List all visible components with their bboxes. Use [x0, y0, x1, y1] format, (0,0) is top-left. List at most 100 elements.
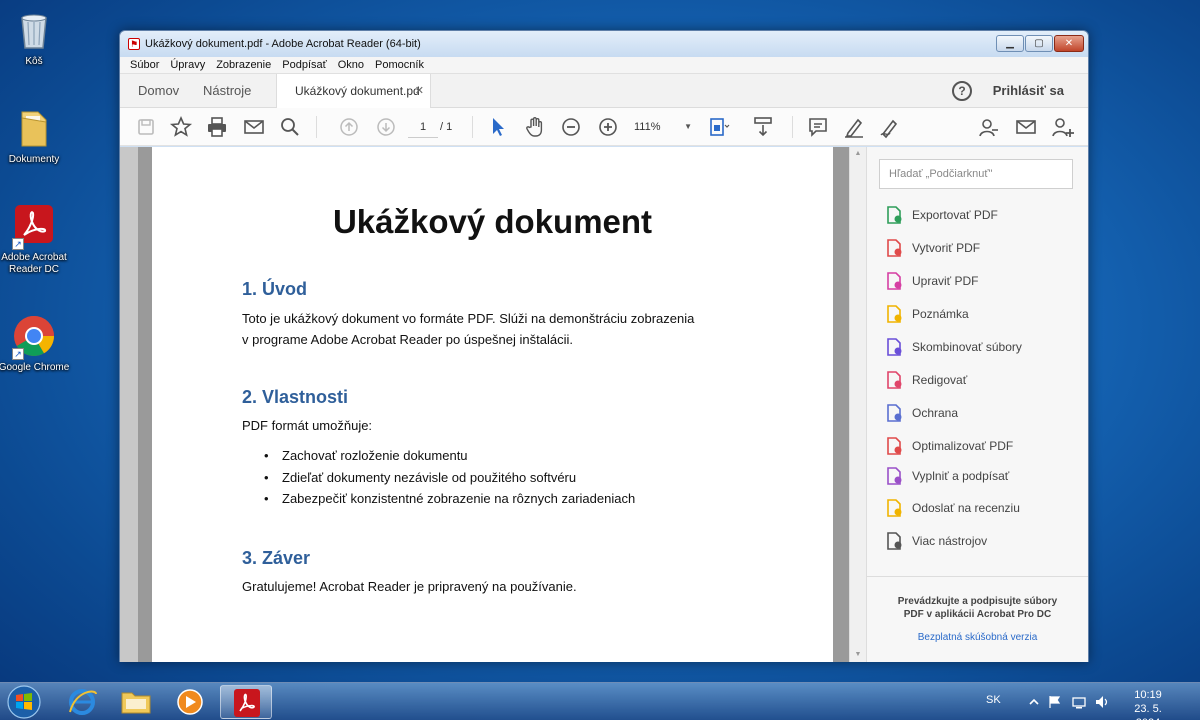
free-trial-link[interactable]: Bezplatná skúšobná verzia — [867, 632, 1088, 643]
tool-label: Upraviť PDF — [912, 274, 979, 288]
email-icon[interactable] — [242, 115, 266, 139]
language-indicator[interactable]: SK — [986, 694, 1001, 706]
scroll-down-icon[interactable]: ▼ — [850, 648, 866, 662]
tool-item[interactable]: Vyplniť a podpísať — [885, 465, 1009, 487]
tool-item[interactable]: Exportovať PDF — [885, 204, 998, 226]
menu-help[interactable]: Pomocník — [375, 57, 424, 73]
tray-expand-icon[interactable] — [1027, 695, 1041, 709]
desktop-icon-chrome[interactable]: ↗ Google Chrome — [0, 314, 74, 374]
tool-item[interactable]: Optimalizovať PDF — [885, 435, 1013, 457]
select-cursor-icon[interactable] — [486, 115, 510, 139]
recycle-bin-icon — [12, 8, 56, 52]
tool-item[interactable]: Upraviť PDF — [885, 270, 979, 292]
network-icon[interactable] — [1072, 695, 1086, 709]
highlight-pen-icon[interactable] — [842, 115, 866, 139]
start-button[interactable] — [2, 683, 46, 720]
document-viewport[interactable]: Ukážkový dokument 1. Úvod Toto je ukážko… — [120, 147, 849, 662]
page-up-icon[interactable] — [337, 115, 361, 139]
taskbar-acrobat[interactable] — [220, 685, 272, 719]
tool-item[interactable]: Odoslať na recenziu — [885, 497, 1020, 519]
maximize-button[interactable]: ▢ — [1025, 35, 1053, 52]
page-fit-icon[interactable] — [706, 115, 730, 139]
menu-window[interactable]: Okno — [338, 57, 364, 73]
menu-file[interactable]: Súbor — [130, 57, 159, 73]
scroll-mode-icon[interactable] — [751, 115, 775, 139]
tool-item[interactable]: Ochrana — [885, 402, 958, 424]
clock-date: 23. 5. 2024 — [1134, 703, 1162, 720]
clock-time: 10:19 — [1134, 689, 1162, 701]
clock[interactable]: 10:19 23. 5. 2024 — [1122, 688, 1174, 720]
minimize-button[interactable]: ▁ — [996, 35, 1024, 52]
toolbar: 1 / 1 111% ▼ — [120, 108, 1088, 146]
desktop-icon-label: Kôš — [25, 56, 43, 67]
page-gutter — [120, 147, 138, 662]
search-icon[interactable] — [278, 115, 302, 139]
print-icon[interactable] — [205, 115, 229, 139]
action-center-flag-icon[interactable] — [1048, 695, 1062, 709]
zoom-dropdown[interactable]: 111% ▼ — [634, 116, 692, 138]
share-link-icon[interactable] — [977, 115, 1001, 139]
tool-item[interactable]: Skombinovať súbory — [885, 336, 1022, 358]
send-email-icon[interactable] — [1014, 115, 1038, 139]
tool-label: Vyplniť a podpísať — [912, 469, 1010, 483]
tools-search-input[interactable]: Hľadať „Podčiarknuť" — [879, 159, 1073, 189]
tool-item[interactable]: Redigovať — [885, 369, 967, 391]
tool-item[interactable]: Poznámka — [885, 303, 969, 325]
menu-edit[interactable]: Úpravy — [170, 57, 205, 73]
tools-pane: Hľadať „Podčiarknuť" Exportovať PDF Vytvo… — [866, 147, 1088, 662]
tab-tools[interactable]: Nástroje — [203, 74, 251, 108]
taskbar-internet-explorer[interactable] — [56, 685, 108, 719]
tab-document[interactable]: Ukážkový dokument.pd ✕ — [276, 74, 431, 108]
desktop-icon-label: Dokumenty — [8, 154, 60, 165]
promo-line: PDF v aplikácii Acrobat Pro DC — [903, 609, 1052, 620]
scroll-up-icon[interactable]: ▲ — [850, 147, 866, 161]
tool-label: Viac nástrojov — [912, 534, 988, 548]
zoom-out-icon[interactable] — [559, 115, 583, 139]
more-tools-icon — [885, 532, 903, 550]
section-paragraph: Toto je ukážkový dokument vo formáte PDF… — [242, 311, 695, 347]
close-tab-icon[interactable]: ✕ — [415, 74, 424, 108]
promo-text: Prevádzkujte a podpisujte súbory PDF v a… — [867, 595, 1088, 621]
desktop-icon-recycle-bin[interactable]: Kôš — [0, 8, 74, 68]
tool-item[interactable]: Vytvoriť PDF — [885, 237, 980, 259]
tool-label: Ochrana — [912, 406, 959, 420]
desktop-icon-acrobat[interactable]: ↗ Adobe Acrobat Reader DC — [0, 204, 74, 276]
shortcut-arrow-icon: ↗ — [12, 348, 24, 360]
media-player-icon — [177, 689, 203, 715]
vertical-scrollbar[interactable]: ▲ ▼ — [849, 147, 866, 662]
volume-icon[interactable] — [1095, 695, 1109, 709]
desktop-icon-documents[interactable]: Dokumenty — [0, 106, 74, 166]
title-bar[interactable]: ⚑ Ukážkový dokument.pdf - Adobe Acrobat … — [120, 31, 1088, 57]
page-number-input[interactable]: 1 — [408, 116, 438, 138]
sign-in-button[interactable]: Prihlásiť sa — [993, 74, 1064, 108]
combine-files-icon — [885, 338, 903, 356]
content-area: Ukážkový dokument 1. Úvod Toto je ukážko… — [120, 147, 1088, 662]
add-user-icon[interactable] — [1051, 115, 1075, 139]
tool-label: Odoslať na recenziu — [912, 501, 1020, 515]
taskbar-explorer[interactable] — [110, 685, 162, 719]
list-item: Zdieľať dokumenty nezávisle od použitého… — [264, 467, 635, 489]
close-button[interactable]: ✕ — [1054, 35, 1084, 52]
section-heading: 1. Úvod — [242, 279, 308, 299]
bookmark-star-icon[interactable] — [169, 115, 193, 139]
pdf-app-icon: ⚑ — [128, 38, 140, 50]
export-pdf-icon — [885, 206, 903, 224]
menu-sign[interactable]: Podpísať — [282, 57, 327, 73]
taskbar-media-player[interactable] — [164, 685, 216, 719]
tool-item[interactable]: Viac nástrojov — [885, 530, 987, 552]
help-icon[interactable]: ? — [952, 81, 972, 101]
chrome-icon: ↗ — [12, 314, 56, 360]
internet-explorer-icon — [69, 689, 97, 715]
sign-pen-icon[interactable] — [878, 115, 902, 139]
menu-view[interactable]: Zobrazenie — [216, 57, 271, 73]
zoom-in-icon[interactable] — [596, 115, 620, 139]
folder-icon — [121, 692, 151, 714]
page-down-icon[interactable] — [374, 115, 398, 139]
shortcut-arrow-icon: ↗ — [12, 238, 24, 250]
tab-home[interactable]: Domov — [138, 74, 179, 108]
save-icon[interactable] — [134, 115, 158, 139]
desktop-icon-label: Google Chrome — [0, 362, 70, 373]
tool-label: Skombinovať súbory — [912, 340, 1022, 354]
hand-tool-icon[interactable] — [523, 115, 547, 139]
comment-icon[interactable] — [806, 115, 830, 139]
